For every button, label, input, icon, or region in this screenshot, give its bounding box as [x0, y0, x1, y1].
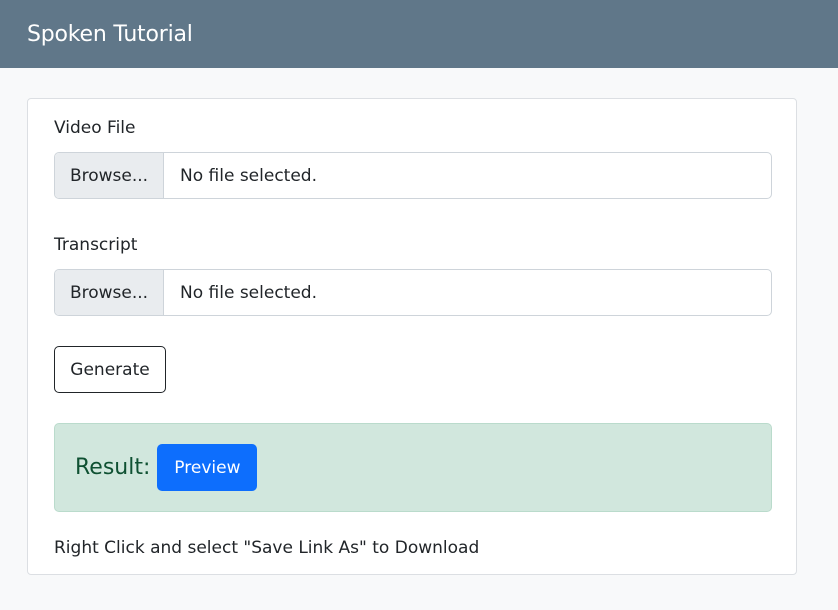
video-file-status: No file selected. [180, 165, 317, 186]
upload-card: Video File Browse... No file selected. T… [27, 98, 797, 575]
video-file-label: Video File [54, 118, 136, 138]
video-file-input[interactable]: Browse... No file selected. [54, 152, 772, 199]
result-label: Result: [75, 455, 151, 480]
transcript-label: Transcript [54, 235, 138, 255]
transcript-file-status: No file selected. [180, 282, 317, 303]
video-browse-button[interactable]: Browse... [55, 153, 164, 198]
download-instruction: Right Click and select "Save Link As" to… [54, 538, 480, 558]
brand-title[interactable]: Spoken Tutorial [27, 22, 193, 47]
navbar: Spoken Tutorial [0, 0, 838, 68]
transcript-browse-button[interactable]: Browse... [55, 270, 164, 315]
generate-button[interactable]: Generate [54, 346, 166, 393]
preview-button[interactable]: Preview [157, 444, 258, 491]
result-alert: Result: Preview [54, 423, 772, 512]
transcript-file-input[interactable]: Browse... No file selected. [54, 269, 772, 316]
